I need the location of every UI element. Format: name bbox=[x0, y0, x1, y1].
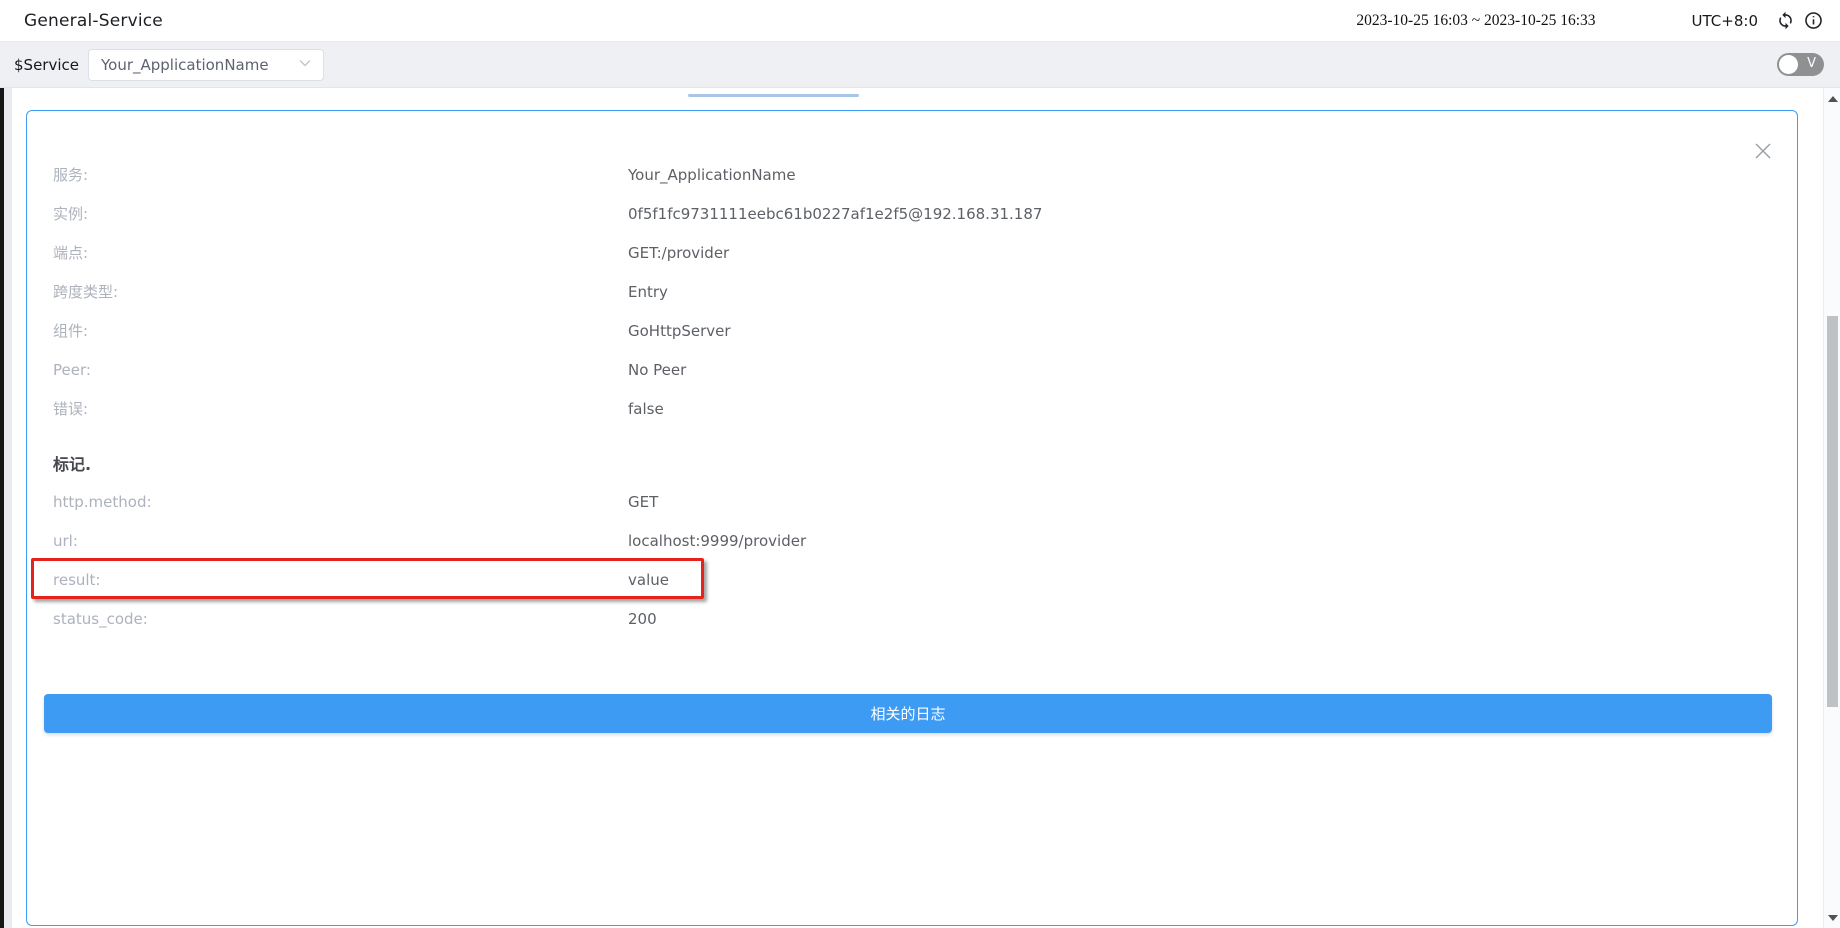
tag-label: http.method: bbox=[53, 493, 628, 511]
field-label: 实例: bbox=[53, 203, 628, 224]
scrollbar-thumb[interactable] bbox=[1827, 316, 1838, 707]
field-row: 服务: Your_ApplicationName bbox=[27, 155, 1797, 194]
tag-value: localhost:9999/provider bbox=[628, 532, 806, 550]
tag-row: result: value bbox=[27, 560, 1797, 599]
chevron-down-icon bbox=[297, 55, 313, 75]
field-label: 组件: bbox=[53, 320, 628, 341]
field-label: Peer: bbox=[53, 361, 628, 379]
tag-value: value bbox=[628, 571, 669, 589]
time-range[interactable]: 2023-10-25 16:03 ~ 2023-10-25 16:33 bbox=[1356, 12, 1595, 30]
tag-label: status_code: bbox=[53, 610, 628, 628]
timezone-label[interactable]: UTC+8:0 bbox=[1692, 12, 1758, 30]
scroll-up-arrow[interactable] bbox=[1824, 90, 1840, 107]
section-gap bbox=[27, 428, 1797, 443]
span-detail-modal: 服务: Your_ApplicationName 实例: 0f5f1fc9731… bbox=[26, 110, 1798, 926]
field-row: 跨度类型: Entry bbox=[27, 272, 1797, 311]
background-element-fragment bbox=[688, 94, 859, 97]
info-icon[interactable] bbox=[1802, 10, 1824, 32]
field-value: false bbox=[628, 400, 664, 418]
related-logs-button[interactable]: 相关的日志 bbox=[44, 694, 1772, 733]
tag-row: status_code: 200 bbox=[27, 599, 1797, 638]
tag-label: url: bbox=[53, 532, 628, 550]
field-label: 服务: bbox=[53, 164, 628, 185]
field-row: 组件: GoHttpServer bbox=[27, 311, 1797, 350]
field-row: 实例: 0f5f1fc9731111eebc61b0227af1e2f5@192… bbox=[27, 194, 1797, 233]
field-label: 端点: bbox=[53, 242, 628, 263]
span-fields: 服务: Your_ApplicationName 实例: 0f5f1fc9731… bbox=[27, 155, 1797, 733]
field-value: Entry bbox=[628, 283, 668, 301]
tag-label: result: bbox=[53, 571, 628, 589]
scroll-down-arrow[interactable] bbox=[1824, 909, 1840, 926]
header-right-group: 2023-10-25 16:03 ~ 2023-10-25 16:33 UTC+… bbox=[1356, 10, 1824, 32]
tag-fields: http.method: GET url: localhost:9999/pro… bbox=[27, 482, 1797, 638]
field-row: 错误: false bbox=[27, 389, 1797, 428]
version-toggle[interactable]: V bbox=[1777, 53, 1824, 76]
left-gray-strip bbox=[4, 88, 12, 928]
service-select[interactable]: Your_ApplicationName bbox=[88, 49, 324, 81]
tag-row: http.method: GET bbox=[27, 482, 1797, 521]
field-value: GoHttpServer bbox=[628, 322, 731, 340]
tag-value: 200 bbox=[628, 610, 657, 628]
top-header: General-Service 2023-10-25 16:03 ~ 2023-… bbox=[0, 0, 1840, 42]
field-value: Your_ApplicationName bbox=[628, 166, 796, 184]
field-row: 端点: GET:/provider bbox=[27, 233, 1797, 272]
basic-fields: 服务: Your_ApplicationName 实例: 0f5f1fc9731… bbox=[27, 155, 1797, 428]
vertical-scrollbar[interactable] bbox=[1823, 88, 1840, 928]
field-label: 错误: bbox=[53, 398, 628, 419]
toggle-knob bbox=[1779, 55, 1798, 74]
field-value: GET:/provider bbox=[628, 244, 729, 262]
field-value: No Peer bbox=[628, 361, 686, 379]
tags-section-header: 标记. bbox=[27, 443, 1797, 482]
service-select-value: Your_ApplicationName bbox=[101, 56, 297, 74]
field-label: 跨度类型: bbox=[53, 281, 628, 302]
field-value: 0f5f1fc9731111eebc61b0227af1e2f5@192.168… bbox=[628, 205, 1042, 223]
field-row: Peer: No Peer bbox=[27, 350, 1797, 389]
refresh-icon[interactable] bbox=[1774, 10, 1796, 32]
filter-bar: $Service Your_ApplicationName V bbox=[0, 42, 1840, 88]
service-label: $Service bbox=[14, 56, 79, 74]
tag-value: GET bbox=[628, 493, 658, 511]
tag-row: url: localhost:9999/provider bbox=[27, 521, 1797, 560]
page-title: General-Service bbox=[24, 11, 163, 31]
toggle-label: V bbox=[1807, 56, 1816, 71]
